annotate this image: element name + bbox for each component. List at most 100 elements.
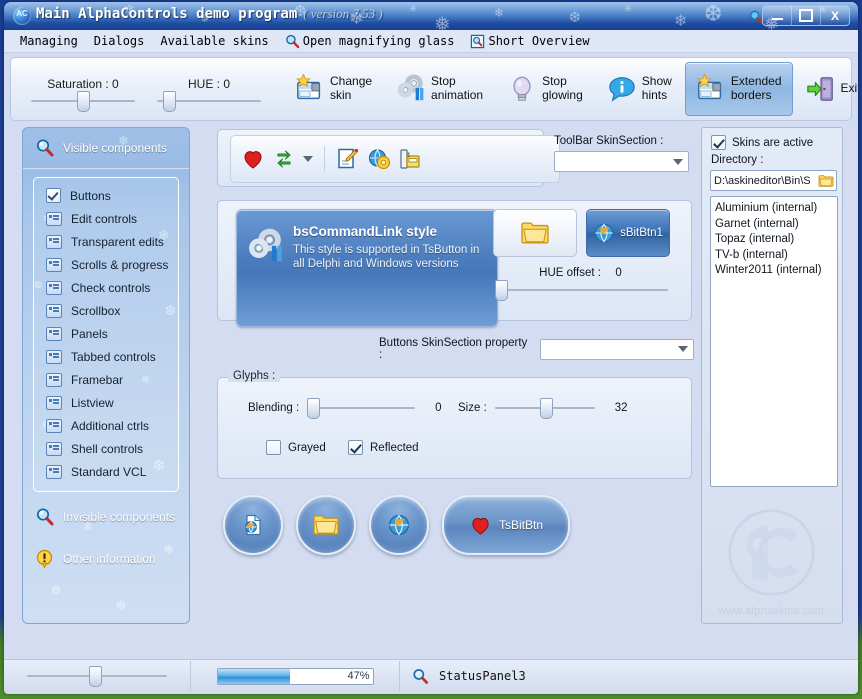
edit-note-icon[interactable] [336,147,360,171]
fax-printer-icon[interactable] [398,147,422,171]
exit-button[interactable]: Exit [795,62,858,116]
saturation-track[interactable] [31,90,135,112]
checkbox-checked-icon[interactable] [348,440,363,455]
bscommandlink-button[interactable]: bsCommandLink style This style is suppor… [236,209,498,327]
menu-label: Open magnifying glass [302,34,455,48]
window-title: Main AlphaControls demo program ( version… [36,6,383,22]
sidebar-item-tabbed-controls[interactable]: Tabbed controls [34,345,178,368]
folder-button[interactable] [493,209,577,257]
globe-round-button[interactable] [369,495,429,555]
sidebar-item-listview[interactable]: Listview [34,391,178,414]
sidebar-item-transparent-edits[interactable]: Transparent edits [34,230,178,253]
status-slider-track[interactable] [27,666,167,687]
sidebar-header-visible-components[interactable]: Visible components [23,128,189,169]
grayed-checkbox[interactable]: Grayed [266,440,326,455]
sidebar-item-other-information[interactable]: Other information [23,542,189,576]
menu-item-available-skins[interactable]: Available skins [152,32,276,50]
directory-input[interactable]: D:\askineditor\Bin\S [710,170,837,191]
sidebar-item-framebar[interactable]: Framebar [34,368,178,391]
magnifier-icon[interactable] [412,668,429,685]
skins-active-checkbox[interactable]: Skins are active [711,135,813,150]
extended-borders-button[interactable]: Extended borders [684,62,793,116]
sidebar-item-additional-ctrls[interactable]: Additional ctrls [34,414,178,437]
stop-glowing-button[interactable]: Stop glowing [496,62,594,116]
blending-thumb[interactable] [307,398,321,419]
edit-control-icon [46,303,62,318]
sbitbtn1-button[interactable]: sBitBtn1 [586,209,670,257]
bscommandlink-text: bsCommandLink style This style is suppor… [293,224,479,272]
hue-track[interactable] [157,90,261,112]
hue-thumb[interactable] [163,90,177,112]
sidebar-item-label: Transparent edits [71,234,164,249]
list-item[interactable]: Topaz (internal) [715,232,837,248]
sidebar-item-edit-controls[interactable]: Edit controls [34,207,178,230]
sidebar-item-standard-vcl[interactable]: Standard VCL [34,460,178,483]
reflected-checkbox[interactable]: Reflected [348,440,419,455]
glyph-size-slider[interactable]: Size : 32 [458,398,628,419]
list-item[interactable]: Garnet (internal) [715,217,837,233]
menu-item-dialogs[interactable]: Dialogs [86,32,153,50]
menu-item-short-overview[interactable]: Short Overview [462,32,597,51]
minimize-button[interactable] [763,6,792,25]
magnifier-icon [36,139,54,157]
menu-item-open-magnifying-glass[interactable]: Open magnifying glass [277,32,463,51]
maximize-icon [799,9,813,22]
folder-icon [313,515,339,535]
size-thumb[interactable] [539,398,553,419]
sidebar-item-shell-controls[interactable]: Shell controls [34,437,178,460]
dropdown-caret-icon[interactable] [678,346,688,352]
sidebar-item-scrolls-progress[interactable]: Scrolls & progress [34,253,178,276]
edit-control-icon [46,211,62,226]
status-slider-cell[interactable] [4,661,191,691]
hue-offset-thumb[interactable] [495,280,508,301]
tsbitbtn-pill-button[interactable]: TsBitBtn [442,495,570,555]
sidebar-item-invisible-components[interactable]: Invisible components [23,500,189,534]
sidebar-item-scrollbox[interactable]: Scrollbox [34,299,178,322]
edit-control-icon [46,441,62,456]
list-item[interactable]: Aluminium (internal) [715,201,837,217]
change-skin-button[interactable]: Change skin [284,62,383,116]
globe-gear-icon[interactable] [367,147,391,171]
refresh-arrows-icon[interactable] [272,147,296,171]
close-button[interactable]: X [821,6,849,25]
buttons-demo-group: bsCommandLink style This style is suppor… [217,200,692,327]
dropdown-caret-icon[interactable] [303,156,313,162]
edit-control-icon [46,372,62,387]
status-slider-thumb[interactable] [88,666,102,687]
size-track[interactable] [494,398,595,419]
heart-icon[interactable] [241,147,265,171]
main-content: ToolBar SkinSection : bsCommandLink styl… [209,127,694,622]
menu-item-managing[interactable]: Managing [12,32,86,50]
skins-listbox[interactable]: Aluminium (internal) Garnet (internal) T… [710,196,838,487]
folder-open-icon[interactable] [818,174,834,188]
snowflake-decor: ❆ [51,583,62,597]
buttons-skinsection-combobox[interactable] [540,338,694,360]
saturation-thumb[interactable] [76,90,90,112]
saturation-slider[interactable]: Saturation : 0 [31,77,135,112]
sidebar-item-panels[interactable]: Panels [34,322,178,345]
sidebar-item-label: Scrollbox [71,303,121,318]
dropdown-caret-icon[interactable] [673,158,683,165]
sidebar-item-label: Panels [71,326,108,341]
web-document-round-button[interactable] [223,495,283,555]
toolbar-skinsection-group: ToolBar SkinSection : [554,135,689,172]
sidebar-item-buttons[interactable]: Buttons [34,184,178,207]
alphaskins-watermark: www.alphaskins.com [712,505,830,617]
glyph-blending-slider[interactable]: Blending : 0 [248,398,442,419]
sidebar-item-check-controls[interactable]: Check controls [34,276,178,299]
magnifier-icon[interactable] [749,10,763,24]
blending-track[interactable] [307,398,416,419]
toolbar-separator [324,146,325,172]
list-item[interactable]: Winter2011 (internal) [715,263,837,279]
hue-offset-track[interactable] [495,280,668,301]
checkbox-checked-icon[interactable] [711,135,726,150]
folder-round-button[interactable] [296,495,356,555]
checkbox-unchecked-icon[interactable] [266,440,281,455]
show-hints-button[interactable]: Show hints [596,62,683,116]
hue-slider[interactable]: HUE : 0 [157,77,261,112]
stop-animation-button[interactable]: Stop animation [385,62,494,116]
toolbar-skinsection-combobox[interactable] [554,151,689,172]
list-item[interactable]: TV-b (internal) [715,248,837,264]
glyphs-group-title: Glyphs : [228,370,281,382]
maximize-button[interactable] [792,6,821,25]
